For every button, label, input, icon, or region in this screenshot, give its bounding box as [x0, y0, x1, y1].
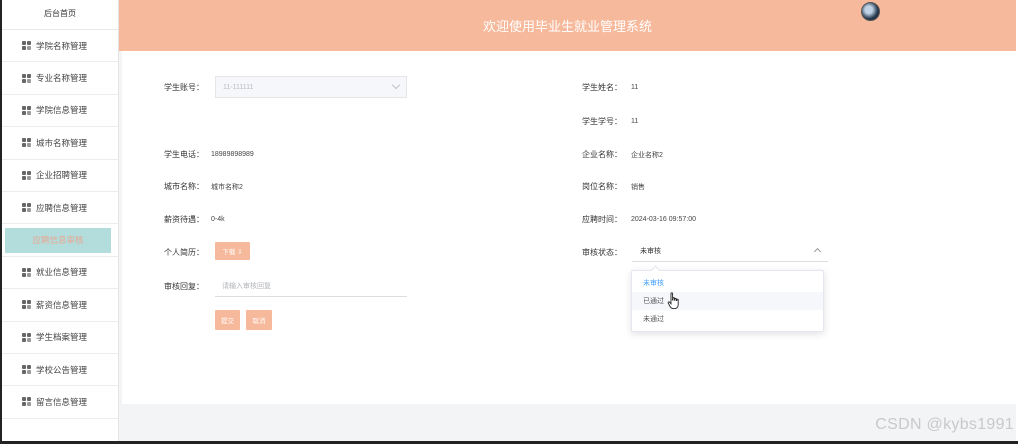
student-no-row: 学生学号： 11	[582, 116, 638, 127]
student-name-label: 学生姓名：	[582, 83, 622, 92]
apply-time-value: 2024-03-16 09:57:00	[631, 216, 696, 223]
student-no-label: 学生学号：	[582, 117, 622, 126]
review-status-label: 审核状态：	[582, 248, 622, 257]
review-status-value: 未审核	[640, 247, 661, 255]
grid-icon	[22, 41, 32, 51]
cancel-button[interactable]: 取消	[246, 310, 272, 330]
review-reply-label: 审核回复：	[164, 282, 204, 291]
review-reply-row: 审核回复：	[164, 281, 204, 292]
apply-time-row: 应聘时间： 2024-03-16 09:57:00	[582, 214, 696, 225]
sidebar-item-label: 城市名称管理	[36, 137, 88, 148]
salary-row: 薪资待遇： 0-4k	[164, 214, 225, 225]
resume-label: 个人简历：	[164, 248, 204, 257]
status-option-approved[interactable]: 已通过	[632, 292, 823, 310]
student-account-label: 学生账号：	[164, 83, 204, 92]
grid-icon	[22, 203, 32, 213]
grid-icon	[22, 105, 32, 115]
sidebar-item-college-info[interactable]: 学院信息管理	[2, 95, 118, 128]
status-option-rejected[interactable]: 未通过	[632, 310, 823, 328]
grid-icon	[22, 300, 32, 310]
sidebar-item-label: 学生档案管理	[36, 332, 88, 343]
apply-time-label: 应聘时间：	[582, 215, 622, 224]
student-account-select[interactable]: 11-111111	[215, 76, 407, 98]
chevron-up-icon	[813, 247, 822, 256]
review-status-select[interactable]: 未审核	[632, 240, 828, 262]
company-name-label: 企业名称：	[582, 150, 622, 159]
main-content: 学生账号： 11-111111 学生电话： 18989898989 城市名称： …	[119, 51, 1016, 441]
sidebar-item-company-recruit[interactable]: 企业招聘管理	[2, 160, 118, 192]
sidebar-item-label: 应聘信息管理	[36, 202, 88, 213]
submit-button[interactable]: 提交	[215, 310, 240, 330]
student-name-value: 11	[631, 84, 639, 91]
student-account-label-row: 学生账号：	[164, 82, 204, 93]
hand-pointer-icon	[667, 292, 679, 310]
sidebar-item-label: 专业名称管理	[36, 73, 88, 84]
review-status-row: 审核状态：	[582, 247, 622, 258]
sidebar-item-label: 就业信息管理	[36, 267, 88, 278]
grid-icon	[22, 397, 32, 407]
grid-icon	[22, 332, 32, 342]
sidebar-item-message-info[interactable]: 留言信息管理	[2, 386, 118, 419]
avatar[interactable]	[861, 2, 880, 21]
company-name-value: 企业名称2	[631, 151, 663, 159]
sidebar-item-college-name[interactable]: 学院名称管理	[2, 30, 118, 63]
sidebar-item-application-info[interactable]: 应聘信息管理	[2, 192, 118, 225]
city-name-value: 城市名称2	[211, 183, 243, 191]
sidebar-item-label: 留言信息管理	[36, 396, 88, 407]
review-reply-input[interactable]: 请输入审核回复	[215, 275, 407, 297]
sidebar-item-salary-info[interactable]: 薪资信息管理	[2, 289, 118, 322]
salary-value: 0-4k	[211, 216, 225, 223]
watermark: CSDN @kybs1991	[875, 416, 1014, 433]
student-no-value: 11	[631, 118, 639, 125]
chevron-down-icon	[391, 80, 401, 90]
student-phone-value: 18989898989	[211, 151, 254, 158]
sidebar-item-label: 应聘信息审核	[5, 227, 111, 253]
grid-icon	[22, 138, 32, 148]
status-option-unreviewed[interactable]: 未审核	[632, 274, 823, 292]
grid-icon	[22, 73, 32, 83]
salary-label: 薪资待遇：	[164, 215, 204, 224]
student-phone-label: 学生电话：	[164, 150, 204, 159]
grid-icon	[22, 170, 32, 180]
grid-icon	[22, 267, 32, 277]
review-status-dropdown: 未审核 已通过 未通过	[631, 265, 824, 332]
student-account-value: 11-111111	[223, 83, 254, 91]
sidebar-item-school-notice[interactable]: 学校公告管理	[2, 354, 118, 387]
sidebar-item-label: 学校公告管理	[36, 364, 88, 375]
sidebar-item-label: 学院信息管理	[36, 105, 88, 116]
sidebar-home-link[interactable]: 后台首页	[2, 0, 118, 30]
grid-icon	[22, 365, 32, 375]
city-name-label: 城市名称：	[164, 182, 204, 191]
sidebar-item-employment-info[interactable]: 就业信息管理	[2, 257, 118, 290]
page-title: 欢迎使用毕业生就业管理系统	[482, 19, 652, 34]
sidebar-item-label: 薪资信息管理	[36, 299, 88, 310]
sidebar-item-application-review[interactable]: 应聘信息审核	[2, 224, 118, 257]
city-name-row: 城市名称： 城市名称2	[164, 181, 243, 192]
top-header: 欢迎使用毕业生就业管理系统	[119, 0, 1016, 51]
student-name-row: 学生姓名： 11	[582, 82, 638, 93]
company-name-row: 企业名称： 企业名称2	[582, 149, 663, 160]
sidebar-item-label: 学院名称管理	[36, 40, 88, 51]
sidebar-item-student-archive[interactable]: 学生档案管理	[2, 322, 118, 354]
sidebar-item-city-name[interactable]: 城市名称管理	[2, 127, 118, 160]
position-name-value: 销售	[631, 183, 645, 191]
sidebar: 后台首页 学院名称管理 专业名称管理 学院信息管理 城市名称管理 企业招聘管理 …	[2, 0, 119, 441]
sidebar-item-major-name[interactable]: 专业名称管理	[2, 62, 118, 95]
sidebar-item-label: 企业招聘管理	[36, 170, 88, 181]
download-resume-button[interactable]: 下载 ⇩	[215, 242, 250, 260]
resume-row: 个人简历：	[164, 247, 204, 258]
position-name-row: 岗位名称： 销售	[582, 181, 645, 192]
position-name-label: 岗位名称：	[582, 182, 622, 191]
review-form: 学生账号： 11-111111 学生电话： 18989898989 城市名称： …	[122, 51, 1016, 404]
student-phone-row: 学生电话： 18989898989	[164, 149, 254, 160]
